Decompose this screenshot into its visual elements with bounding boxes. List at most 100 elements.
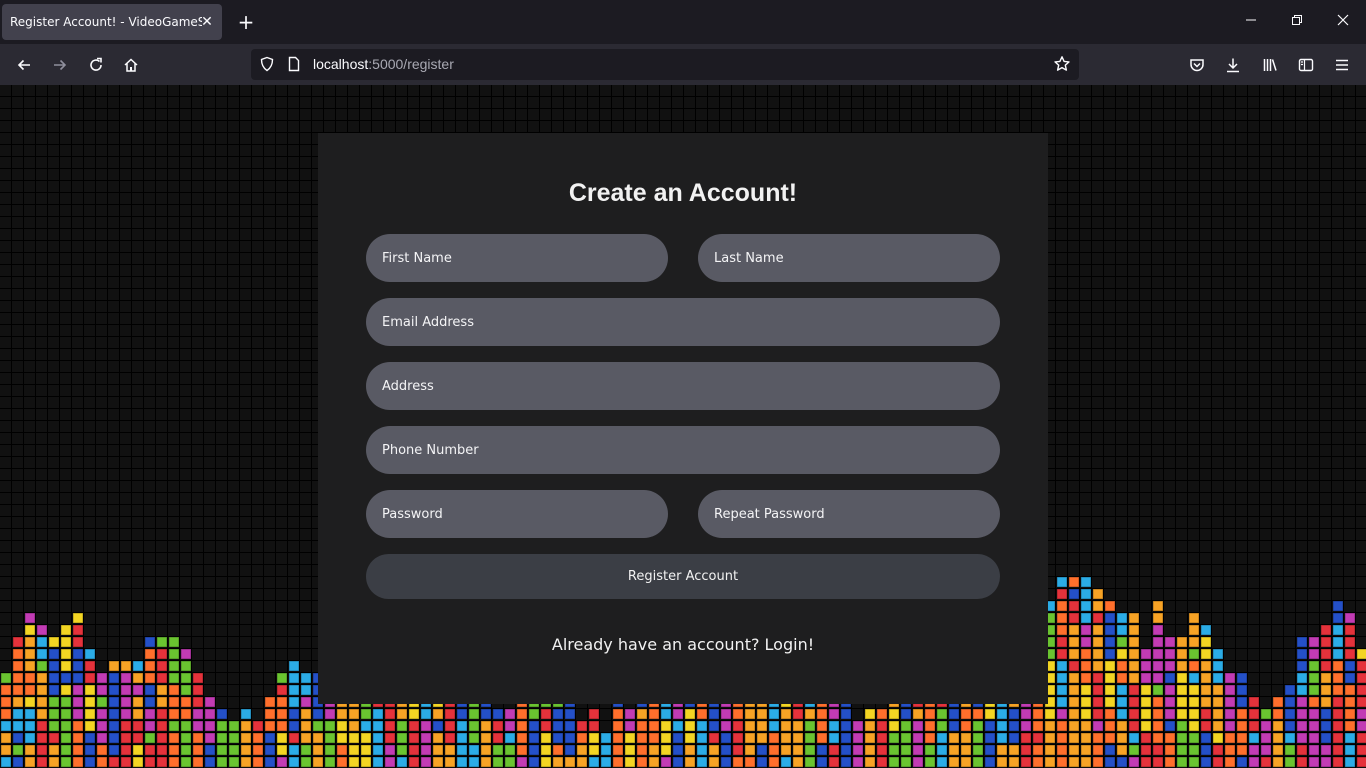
tetris-block: [1176, 732, 1188, 744]
tetris-block: [48, 720, 60, 732]
tetris-block: [684, 756, 696, 768]
star-icon[interactable]: [1053, 55, 1071, 73]
tetris-block: [1164, 744, 1176, 756]
tetris-block: [612, 756, 624, 768]
tetris-block: [912, 756, 924, 768]
tetris-block: [204, 756, 216, 768]
tetris-block: [756, 756, 768, 768]
tetris-block: [276, 744, 288, 756]
tetris-block: [1092, 612, 1104, 624]
tetris-block: [1248, 732, 1260, 744]
tetris-block: [1092, 672, 1104, 684]
tetris-block: [1320, 732, 1332, 744]
new-tab-button[interactable]: +: [234, 10, 258, 34]
tetris-block: [1092, 696, 1104, 708]
tetris-block: [756, 732, 768, 744]
tetris-block: [948, 708, 960, 720]
tetris-block: [1212, 756, 1224, 768]
login-link[interactable]: Already have an account? Login!: [318, 635, 1048, 654]
tetris-block: [492, 744, 504, 756]
tetris-block: [180, 660, 192, 672]
tetris-block: [996, 744, 1008, 756]
tetris-block: [1224, 720, 1236, 732]
tetris-block: [12, 756, 24, 768]
first-name-input[interactable]: [366, 234, 668, 282]
tetris-block: [336, 708, 348, 720]
home-icon[interactable]: [117, 51, 145, 79]
forward-icon[interactable]: [46, 51, 74, 79]
tetris-block: [516, 732, 528, 744]
sidebar-icon[interactable]: [1292, 51, 1320, 79]
tetris-block: [1296, 756, 1308, 768]
tetris-block: [1080, 708, 1092, 720]
tetris-block: [0, 756, 12, 768]
tetris-block: [1068, 612, 1080, 624]
tetris-block: [36, 744, 48, 756]
back-icon[interactable]: [10, 51, 38, 79]
tetris-block: [360, 708, 372, 720]
url-text[interactable]: localhost:5000/register: [313, 56, 454, 72]
tetris-block: [540, 732, 552, 744]
tetris-block: [744, 756, 756, 768]
last-name-input[interactable]: [698, 234, 1000, 282]
reload-icon[interactable]: [82, 51, 110, 79]
register-button[interactable]: Register Account: [366, 554, 1000, 599]
tetris-block: [1152, 612, 1164, 624]
tetris-block: [96, 672, 108, 684]
tetris-block: [720, 732, 732, 744]
tetris-block: [12, 720, 24, 732]
tetris-block: [84, 696, 96, 708]
menu-icon[interactable]: [1328, 51, 1356, 79]
tetris-block: [72, 648, 84, 660]
tetris-block: [1260, 744, 1272, 756]
tetris-block: [300, 756, 312, 768]
tetris-block: [864, 732, 876, 744]
pocket-icon[interactable]: [1183, 51, 1211, 79]
tetris-block: [12, 648, 24, 660]
tetris-block: [888, 756, 900, 768]
tetris-block: [264, 708, 276, 720]
tetris-block: [276, 684, 288, 696]
address-input[interactable]: [366, 362, 1000, 410]
tetris-block: [132, 660, 144, 672]
tetris-block: [1068, 744, 1080, 756]
tetris-block: [1044, 756, 1056, 768]
library-icon[interactable]: [1256, 51, 1284, 79]
tetris-block: [456, 744, 468, 756]
tetris-block: [1236, 720, 1248, 732]
tetris-block: [1356, 756, 1366, 768]
tetris-block: [1200, 732, 1212, 744]
minimize-icon[interactable]: [1237, 8, 1265, 36]
tetris-block: [900, 732, 912, 744]
tetris-block: [1224, 672, 1236, 684]
download-icon[interactable]: [1219, 51, 1247, 79]
shield-icon[interactable]: [258, 55, 276, 73]
tetris-block: [1200, 660, 1212, 672]
tetris-block: [504, 708, 516, 720]
tetris-block: [108, 660, 120, 672]
tetris-block: [960, 732, 972, 744]
tetris-block: [72, 708, 84, 720]
browser-tab[interactable]: Register Account! - VideoGameShop ✕: [2, 4, 222, 40]
tetris-block: [84, 720, 96, 732]
tetris-block: [1080, 756, 1092, 768]
tetris-block: [1200, 756, 1212, 768]
close-icon[interactable]: [1329, 8, 1357, 36]
tetris-block: [1068, 720, 1080, 732]
tetris-block: [540, 756, 552, 768]
tetris-block: [552, 720, 564, 732]
url-path: :5000/register: [368, 56, 454, 72]
tetris-block: [1068, 624, 1080, 636]
tetris-block: [420, 720, 432, 732]
phone-input[interactable]: [366, 426, 1000, 474]
url-bar[interactable]: localhost:5000/register: [251, 49, 1079, 80]
email-input[interactable]: [366, 298, 1000, 346]
restore-icon[interactable]: [1283, 8, 1311, 36]
page-icon[interactable]: [285, 55, 303, 73]
tetris-block: [660, 732, 672, 744]
repeat-password-input[interactable]: [698, 490, 1000, 538]
tetris-block: [696, 756, 708, 768]
tetris-block: [1308, 756, 1320, 768]
password-input[interactable]: [366, 490, 668, 538]
close-tab-icon[interactable]: ✕: [200, 13, 214, 31]
